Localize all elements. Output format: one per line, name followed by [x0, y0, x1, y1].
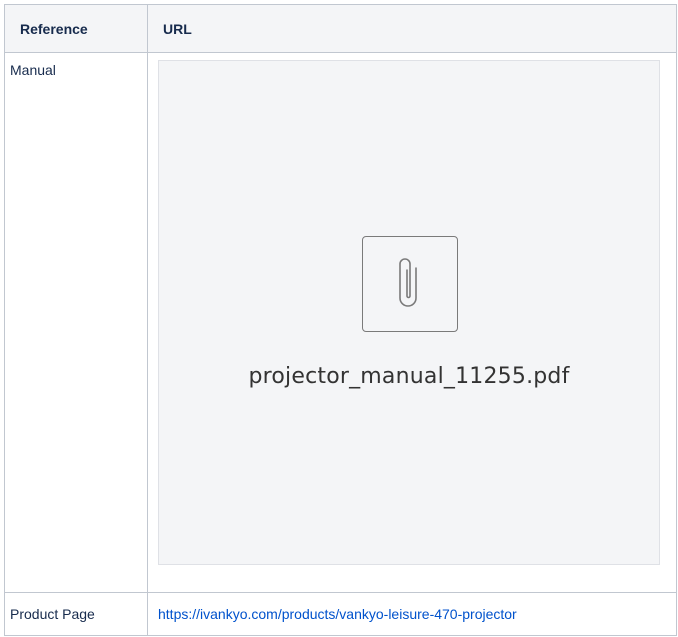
table-header-row: Reference URL [4, 4, 677, 53]
paperclip-icon-graphic [399, 258, 417, 307]
url-cell-product-page: https://ivankyo.com/products/vankyo-leis… [147, 592, 677, 636]
attachment-filename: projector_manual_11255.pdf [248, 364, 570, 389]
reference-table-container: Reference URL Manual projector_manual_11… [4, 4, 677, 636]
reference-cell-product-page: Product Page [4, 592, 148, 636]
url-cell-manual: projector_manual_11255.pdf [147, 52, 677, 593]
column-header-url: URL [147, 4, 677, 53]
column-header-reference: Reference [4, 4, 148, 53]
table-row: Product Page https://ivankyo.com/product… [4, 592, 677, 636]
reference-table: Reference URL Manual projector_manual_11… [4, 4, 677, 636]
attachment-preview[interactable]: projector_manual_11255.pdf [158, 60, 660, 565]
reference-cell-manual: Manual [4, 52, 148, 593]
table-row: Manual projector_manual_11255.pdf [4, 52, 677, 593]
product-page-link[interactable]: https://ivankyo.com/products/vankyo-leis… [158, 606, 517, 622]
paperclip-icon [362, 236, 458, 332]
